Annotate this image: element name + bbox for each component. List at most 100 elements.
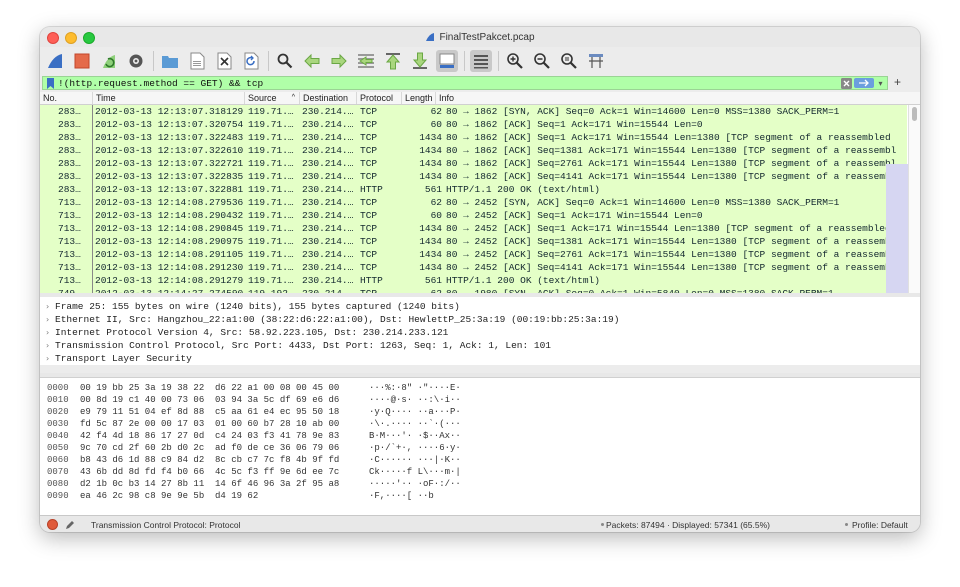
hex-dump-row[interactable]: 0020 e9 79 11 51 04 ef 8d 88 c5 aa 61 e4 … <box>47 406 507 418</box>
detail-label: Transport Layer Security <box>55 353 192 364</box>
zoom-in-button[interactable] <box>504 50 526 72</box>
find-packet-icon <box>277 53 293 69</box>
table-row[interactable]: 713… 2012-03-13 12:14:08.290432 119.71.… 23… <box>40 209 907 222</box>
table-row[interactable]: 713… 2012-03-13 12:14:08.291279 119.71.… 23… <box>40 274 907 287</box>
cell-len: 1434 <box>419 249 442 260</box>
ascii-bytes: B·M···'· ·$··Ax·· <box>369 431 461 441</box>
detail-tree-item[interactable]: › Transmission Control Protocol, Src Port… <box>46 339 551 352</box>
ascii-bytes: ····@·s· ··:\·i·· <box>369 395 461 405</box>
go-first-packet-button[interactable] <box>382 50 404 72</box>
column-header-destination[interactable]: Destination <box>300 92 357 104</box>
table-row[interactable]: 283… 2012-03-13 12:13:07.322483 119.71.… 23… <box>40 131 907 144</box>
go-back-button[interactable] <box>301 50 323 72</box>
table-row[interactable]: 283… 2012-03-13 12:13:07.318129 119.71.… 23… <box>40 105 907 118</box>
packet-list-scrollbar[interactable] <box>908 105 920 294</box>
cell-time: 2012-03-13 12:13:07.322881 <box>95 184 244 195</box>
bookmark-icon[interactable] <box>46 77 55 89</box>
chevron-right-icon[interactable]: › <box>46 352 55 365</box>
cell-dst: 230.214.… <box>302 197 354 208</box>
detail-tree-item[interactable]: › Frame 25: 155 bytes on wire (1240 bits)… <box>46 300 460 313</box>
go-to-packet-icon <box>358 54 374 68</box>
go-forward-button[interactable] <box>328 50 350 72</box>
reload-file-button[interactable] <box>240 50 262 72</box>
go-first-icon <box>385 53 401 70</box>
cell-src: 119.71.… <box>248 145 294 156</box>
table-row[interactable]: 713… 2012-03-13 12:14:08.291230 119.71.… 23… <box>40 261 907 274</box>
go-forward-icon <box>331 53 347 69</box>
detail-tree-item[interactable]: › Transport Layer Security <box>46 352 192 365</box>
detail-tree-item[interactable]: › Ethernet II, Src: Hangzhou_22:a1:00 (38… <box>46 313 619 326</box>
column-header-length[interactable]: Length <box>402 92 436 104</box>
close-file-button[interactable] <box>213 50 235 72</box>
zoom-out-button[interactable] <box>531 50 553 72</box>
related-packet-marker <box>92 105 93 118</box>
table-row[interactable]: 283… 2012-03-13 12:13:07.322835 119.71.… 23… <box>40 170 907 183</box>
chevron-down-icon[interactable]: ▾ <box>876 78 885 89</box>
packet-minimap[interactable] <box>886 164 908 294</box>
minimize-window-button[interactable] <box>65 32 77 44</box>
cell-len: 62 <box>430 106 442 117</box>
hex-dump-row[interactable]: 0030 fd 5c 87 2e 00 00 17 03 01 00 60 b7 … <box>47 418 507 430</box>
chevron-right-icon[interactable]: › <box>46 313 55 326</box>
colorize-button[interactable] <box>470 50 492 72</box>
auto-scroll-button[interactable] <box>436 50 458 72</box>
hex-dump-row[interactable]: 0000 00 19 bb 25 3a 19 38 22 d6 22 a1 00 … <box>47 382 507 394</box>
hex-dump-row[interactable]: 0060 b8 43 d6 1d 88 c9 84 d2 8c cb c7 7c … <box>47 454 507 466</box>
expert-info-icon[interactable] <box>47 519 58 530</box>
cell-proto: TCP <box>360 210 378 221</box>
column-header-protocol[interactable]: Protocol <box>357 92 402 104</box>
chevron-right-icon[interactable]: › <box>46 300 55 313</box>
related-packet-marker <box>92 235 93 248</box>
column-header-time[interactable]: Time <box>93 92 245 104</box>
hex-dump-row[interactable]: 0080 d2 1b 0c b3 14 27 8b 11 14 6f 46 96 … <box>47 478 507 490</box>
hex-dump-row[interactable]: 0070 43 6b dd 8d fd f4 b0 66 4c 5c f3 ff … <box>47 466 507 478</box>
hex-dump-row[interactable]: 0040 42 f4 4d 18 86 17 27 0d c4 24 03 f3 … <box>47 430 507 442</box>
stop-capture-button[interactable] <box>71 50 93 72</box>
status-profile[interactable]: Profile: Default <box>852 520 908 530</box>
detail-tree-item[interactable]: › Internet Protocol Version 4, Src: 58.92… <box>46 326 448 339</box>
hex-dump-row[interactable]: 0090 ea 46 2c 98 c8 9e 9e 5b d4 19 62 ·F,·… <box>47 490 507 502</box>
restart-capture-button[interactable] <box>98 50 120 72</box>
detail-label: Internet Protocol Version 4, Src: 58.92.… <box>55 327 449 338</box>
display-filter-input[interactable]: !(http.request.method == GET) && tcp ▾ <box>42 76 888 90</box>
clear-filter-icon[interactable] <box>841 77 852 89</box>
table-row[interactable]: 713… 2012-03-13 12:14:08.279536 119.71.… 23… <box>40 196 907 209</box>
start-capture-button[interactable] <box>44 50 66 72</box>
maximize-window-button[interactable] <box>83 32 95 44</box>
save-file-button[interactable] <box>186 50 208 72</box>
column-header-source[interactable]: Source ^ <box>245 92 300 104</box>
table-row[interactable]: 713… 2012-03-13 12:14:08.290845 119.71.… 23… <box>40 222 907 235</box>
hex-dump-row[interactable]: 0010 00 8d 19 c1 40 00 73 06 03 94 3a 5c … <box>47 394 507 406</box>
hex-dump-row[interactable]: 0050 9c 70 cd 2f 60 2b d0 2c ad f0 de ce … <box>47 442 507 454</box>
cell-time: 2012-03-13 12:13:07.322721 <box>95 158 244 169</box>
add-filter-button[interactable]: + <box>894 75 901 89</box>
close-window-button[interactable] <box>47 32 59 44</box>
go-to-packet-button[interactable] <box>355 50 377 72</box>
chevron-right-icon[interactable]: › <box>46 339 55 352</box>
go-last-packet-button[interactable] <box>409 50 431 72</box>
find-packet-button[interactable] <box>274 50 296 72</box>
apply-filter-icon[interactable] <box>854 78 874 88</box>
table-row[interactable]: 713… 2012-03-13 12:14:08.290975 119.71.… 23… <box>40 235 907 248</box>
resize-columns-button[interactable] <box>585 50 607 72</box>
capture-options-button[interactable] <box>125 50 147 72</box>
table-row[interactable]: 283… 2012-03-13 12:13:07.322721 119.71.… 23… <box>40 157 907 170</box>
chevron-right-icon[interactable]: › <box>46 326 55 339</box>
edit-comment-icon[interactable] <box>65 520 75 530</box>
resize-columns-icon <box>589 54 603 68</box>
scrollbar-thumb[interactable] <box>912 107 917 121</box>
column-header-no[interactable]: No. <box>40 92 93 104</box>
cell-time: 2012-03-13 12:13:07.322835 <box>95 171 244 182</box>
cell-len: 1434 <box>419 158 442 169</box>
table-row[interactable]: 283… 2012-03-13 12:13:07.322881 119.71.… 23… <box>40 183 907 196</box>
column-header-info[interactable]: Info <box>436 92 908 104</box>
cell-proto: HTTP <box>360 275 383 286</box>
table-row[interactable]: 283… 2012-03-13 12:13:07.322610 119.71.… 23… <box>40 144 907 157</box>
cell-src: 119.71.… <box>248 171 294 182</box>
table-row[interactable]: 283… 2012-03-13 12:13:07.320754 119.71.… 23… <box>40 118 907 131</box>
table-row[interactable]: 713… 2012-03-13 12:14:08.291105 119.71.… 23… <box>40 248 907 261</box>
open-file-button[interactable] <box>159 50 181 72</box>
cell-dst: 230.214.… <box>302 158 354 169</box>
ascii-bytes: ···%:·8" ·"····E· <box>369 383 461 393</box>
zoom-normal-button[interactable] <box>558 50 580 72</box>
